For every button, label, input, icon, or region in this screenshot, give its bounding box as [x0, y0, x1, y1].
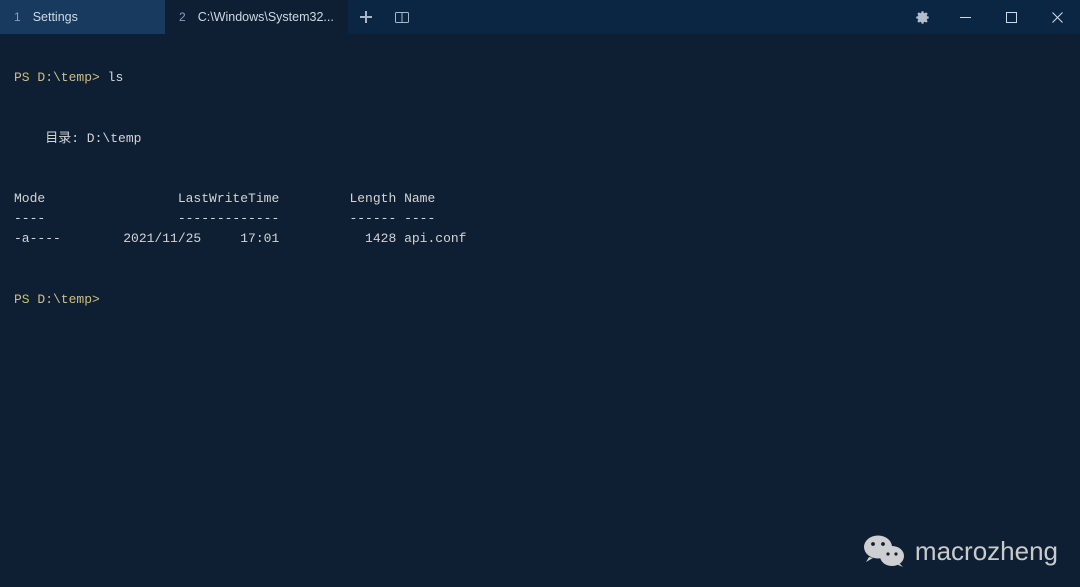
tab-index: 2: [179, 10, 186, 24]
terminal-output[interactable]: PS D:\temp> ls 目录: D:\temp Mode LastWrit…: [0, 34, 1080, 324]
prompt: PS D:\temp>: [14, 292, 100, 307]
tab-label: C:\Windows\System32...: [198, 10, 334, 24]
output-line: [14, 171, 22, 186]
table-row: -a---- 2021/11/25 17:01 1428 api.conf: [14, 231, 466, 246]
table-divider: ---- ------------- ------ ----: [14, 211, 435, 226]
output-line: [14, 90, 22, 105]
output-directory: 目录: D:\temp: [14, 131, 141, 146]
minimize-button[interactable]: [942, 0, 988, 34]
output-line: [14, 272, 22, 287]
gear-icon: [915, 10, 930, 25]
plus-icon: [360, 11, 372, 23]
split-pane-button[interactable]: [384, 0, 420, 34]
new-tab-button[interactable]: [348, 0, 384, 34]
output-line: [14, 110, 22, 125]
split-icon: [395, 12, 409, 23]
tab-index: 1: [14, 10, 21, 24]
close-icon: [1052, 12, 1063, 23]
cursor: [100, 292, 108, 307]
tab-label: Settings: [33, 10, 78, 24]
titlebar-drag-region[interactable]: [420, 0, 902, 34]
command: ls: [108, 70, 124, 85]
output-line: [14, 151, 22, 166]
close-button[interactable]: [1034, 0, 1080, 34]
watermark: macrozheng: [863, 533, 1058, 569]
settings-button[interactable]: [902, 0, 942, 34]
tabbar-actions: [348, 0, 420, 34]
tab-powershell[interactable]: 2 C:\Windows\System32...: [165, 0, 348, 34]
maximize-icon: [1006, 12, 1017, 23]
tab-settings[interactable]: 1 Settings: [0, 0, 165, 34]
tab-strip: 1 Settings 2 C:\Windows\System32...: [0, 0, 348, 34]
maximize-button[interactable]: [988, 0, 1034, 34]
table-header: Mode LastWriteTime Length Name: [14, 191, 435, 206]
prompt: PS D:\temp>: [14, 70, 100, 85]
minimize-icon: [960, 12, 971, 23]
output-line: [14, 251, 22, 266]
wechat-icon: [863, 533, 905, 569]
title-bar: 1 Settings 2 C:\Windows\System32...: [0, 0, 1080, 34]
window-controls: [902, 0, 1080, 34]
watermark-text: macrozheng: [915, 536, 1058, 567]
